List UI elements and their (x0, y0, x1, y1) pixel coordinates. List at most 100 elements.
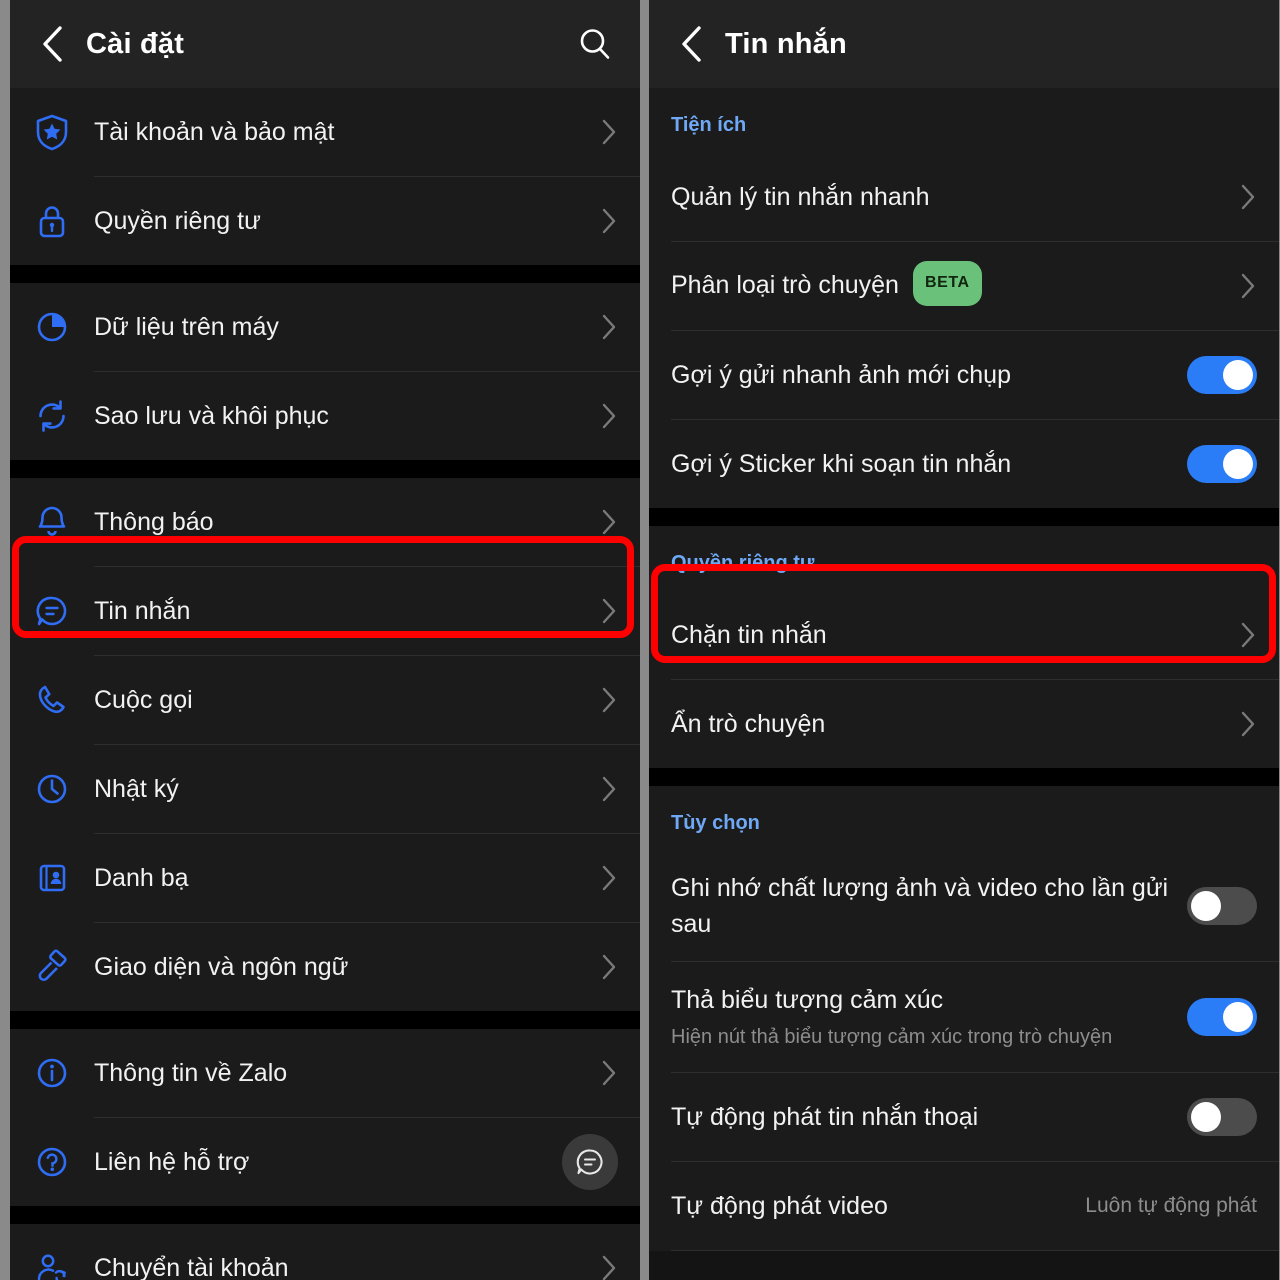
row-label-wrap: Giao diện và ngôn ngữ (94, 933, 586, 1001)
row-suggest-send-new-photo[interactable]: Gợi ý gửi nhanh ảnh mới chụp (649, 331, 1279, 419)
settings-group-data: Dữ liệu trên máy Sao lưu và khôi phục (10, 283, 640, 460)
row-drop-emoji[interactable]: Thả biểu tượng cảm xúc Hiện nút thả biểu… (649, 962, 1279, 1072)
row-label-wrap: Tự động phát video (671, 1172, 1073, 1240)
chevron-right-icon (600, 117, 618, 147)
settings-row-appearance-language[interactable]: Giao diện và ngôn ngữ (10, 923, 640, 1011)
row-label-wrap: Tin nhắn (94, 577, 586, 645)
toggle-knob (1191, 891, 1221, 921)
row-label: Cuộc gọi (94, 686, 193, 714)
toggle-drop-emoji[interactable] (1187, 998, 1257, 1036)
row-label: Tin nhắn (94, 597, 191, 625)
toggle-suggest-send-new-photo[interactable] (1187, 356, 1257, 394)
settings-row-notifications[interactable]: Thông báo (10, 478, 640, 566)
settings-appbar: Cài đặt (10, 0, 640, 88)
sync-icon (32, 398, 72, 434)
row-label-wrap: Thả biểu tượng cảm xúc Hiện nút thả biểu… (671, 966, 1173, 1068)
row-label-wrap: Nhật ký (94, 755, 586, 823)
beta-badge: BETA (912, 260, 982, 306)
section-header-options: Tùy chọn (649, 786, 1279, 851)
chevron-right-icon (600, 507, 618, 537)
support-chat-button[interactable] (562, 1134, 618, 1190)
contact-book-icon (32, 860, 72, 896)
settings-row-account-security[interactable]: Tài khoản và bảo mật (10, 88, 640, 176)
messages-settings-list[interactable]: Tiện ích Quản lý tin nhắn nhanh Phân loạ… (649, 88, 1279, 1280)
search-button[interactable] (572, 21, 618, 67)
chevron-right-icon (600, 1253, 618, 1280)
row-label: Tự động phát video (671, 1192, 888, 1220)
row-chat-categorization[interactable]: Phân loại trò chuyện BETA (649, 242, 1279, 330)
section-header-utilities: Tiện ích (649, 88, 1279, 153)
chevron-right-icon (600, 401, 618, 431)
row-label: Phân loại trò chuyện BETA (671, 260, 1225, 309)
row-quick-message-management[interactable]: Quản lý tin nhắn nhanh (649, 153, 1279, 241)
row-label: Thông tin về Zalo (94, 1059, 288, 1087)
settings-row-activity-log[interactable]: Nhật ký (10, 745, 640, 833)
chevron-right-icon (1239, 182, 1257, 212)
messages-appbar: Tin nhắn (649, 0, 1279, 88)
settings-row-messages[interactable]: Tin nhắn (10, 567, 640, 655)
row-label-wrap: Cuộc gọi (94, 666, 586, 734)
settings-row-backup-restore[interactable]: Sao lưu và khôi phục (10, 372, 640, 460)
settings-row-about-zalo[interactable]: Thông tin về Zalo (10, 1029, 640, 1117)
chevron-right-icon (600, 863, 618, 893)
toggle-knob (1223, 449, 1253, 479)
row-label: Nhật ký (94, 775, 179, 803)
dual-screenshot: Cài đặt Tài khoản và bảo mật Quyền riêng… (0, 0, 1280, 1280)
row-label: Gợi ý gửi nhanh ảnh mới chụp (671, 361, 1011, 389)
row-label-text: Phân loại trò chuyện (671, 270, 899, 299)
settings-list[interactable]: Tài khoản và bảo mật Quyền riêng tư Dữ l… (10, 88, 640, 1280)
row-divider (671, 1250, 1279, 1251)
row-autoplay-video[interactable]: Tự động phát video Luôn tự động phát (649, 1162, 1279, 1250)
row-remember-media-quality[interactable]: Ghi nhớ chất lượng ảnh và video cho lần … (649, 851, 1279, 961)
row-label-wrap: Liên hệ hỗ trợ (94, 1128, 562, 1196)
row-block-messages[interactable]: Chặn tin nhắn (649, 591, 1279, 679)
row-sublabel: Hiện nút thả biểu tượng cảm xúc trong tr… (671, 1026, 1113, 1048)
row-label: Gợi ý Sticker khi soạn tin nhắn (671, 450, 1012, 478)
row-label-wrap: Danh bạ (94, 844, 586, 912)
row-label: Chặn tin nhắn (671, 621, 827, 649)
info-circle-icon (32, 1055, 72, 1091)
toggle-knob (1191, 1102, 1221, 1132)
back-button[interactable] (669, 21, 715, 67)
chevron-right-icon (600, 206, 618, 236)
row-label-wrap: Tự động phát tin nhắn thoại (671, 1083, 1173, 1151)
row-label-wrap: Dữ liệu trên máy (94, 293, 586, 361)
section-gap (649, 768, 1279, 786)
row-label: Tài khoản và bảo mật (94, 118, 335, 146)
settings-row-device-data[interactable]: Dữ liệu trên máy (10, 283, 640, 371)
pie-chart-icon (32, 309, 72, 345)
toggle-suggest-sticker[interactable] (1187, 445, 1257, 483)
settings-row-switch-account[interactable]: Chuyển tài khoản (10, 1224, 640, 1280)
phone-icon (32, 682, 72, 718)
back-button[interactable] (30, 21, 76, 67)
row-label: Dữ liệu trên máy (94, 313, 279, 341)
row-autoplay-voice-message[interactable]: Tự động phát tin nhắn thoại (649, 1073, 1279, 1161)
message-bubble-icon (32, 593, 72, 629)
row-label: Sao lưu và khôi phục (94, 402, 329, 430)
row-label: Thông báo (94, 508, 214, 536)
settings-row-contact-support[interactable]: Liên hệ hỗ trợ (10, 1118, 640, 1206)
settings-group-features: Thông báo Tin nhắn Cuộc gọi Nhật ký Danh… (10, 478, 640, 1011)
row-label-wrap: Thông tin về Zalo (94, 1039, 586, 1107)
row-label-wrap: Quản lý tin nhắn nhanh (671, 163, 1225, 231)
row-suggest-sticker[interactable]: Gợi ý Sticker khi soạn tin nhắn (649, 420, 1279, 508)
settings-group-about: Thông tin về Zalo Liên hệ hỗ trợ (10, 1029, 640, 1206)
toggle-remember-media-quality[interactable] (1187, 887, 1257, 925)
clock-icon (32, 771, 72, 807)
row-label-wrap: Ẩn trò chuyện (671, 690, 1225, 758)
toggle-autoplay-voice-message[interactable] (1187, 1098, 1257, 1136)
toggle-knob (1223, 1002, 1253, 1032)
settings-row-contacts[interactable]: Danh bạ (10, 834, 640, 922)
settings-row-privacy[interactable]: Quyền riêng tư (10, 177, 640, 265)
row-label: Giao diện và ngôn ngữ (94, 953, 349, 981)
chevron-right-icon (600, 596, 618, 626)
row-label: Liên hệ hỗ trợ (94, 1148, 250, 1176)
settings-group-account: Tài khoản và bảo mật Quyền riêng tư (10, 88, 640, 265)
chevron-right-icon (1239, 620, 1257, 650)
row-hide-conversation[interactable]: Ẩn trò chuyện (649, 680, 1279, 768)
row-label-wrap: Sao lưu và khôi phục (94, 382, 586, 450)
row-label-wrap: Thông báo (94, 488, 586, 556)
toggle-knob (1223, 360, 1253, 390)
settings-row-calls[interactable]: Cuộc gọi (10, 656, 640, 744)
section-privacy: Quyền riêng tư Chặn tin nhắn Ẩn trò chuy… (649, 526, 1279, 768)
